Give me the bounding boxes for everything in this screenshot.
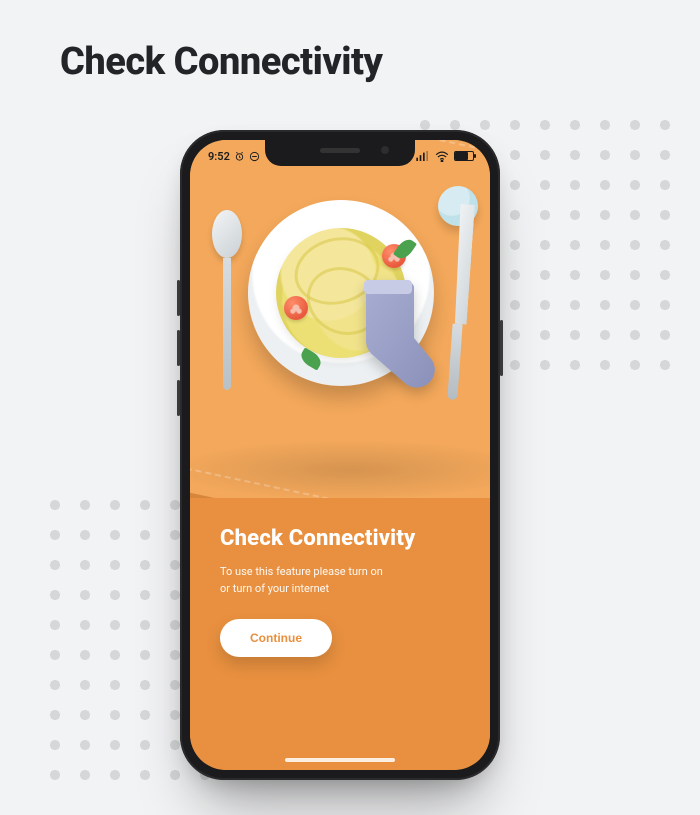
battery-icon — [454, 151, 474, 161]
phone-notch — [265, 140, 415, 166]
screen-content: Check Connectivity To use this feature p… — [190, 498, 490, 770]
screen-heading: Check Connectivity — [220, 526, 460, 551]
sock-icon — [346, 278, 436, 398]
spoon-icon — [212, 210, 242, 390]
status-time: 9:52 — [208, 150, 230, 163]
screen-body: To use this feature please turn on or tu… — [220, 563, 410, 597]
alarm-icon — [234, 151, 245, 162]
signal-icon — [416, 151, 430, 161]
continue-button[interactable]: Continue — [220, 619, 332, 657]
phone-frame: 9:52 — [180, 130, 500, 780]
plate-icon — [248, 200, 434, 386]
tomato-icon — [284, 296, 308, 320]
page-title: Check Connectivity — [60, 40, 382, 84]
phone-screen: 9:52 — [190, 140, 490, 770]
home-indicator[interactable] — [285, 758, 395, 762]
wifi-icon — [435, 151, 449, 162]
dnd-icon — [249, 151, 260, 162]
shadow-decor — [190, 440, 490, 500]
